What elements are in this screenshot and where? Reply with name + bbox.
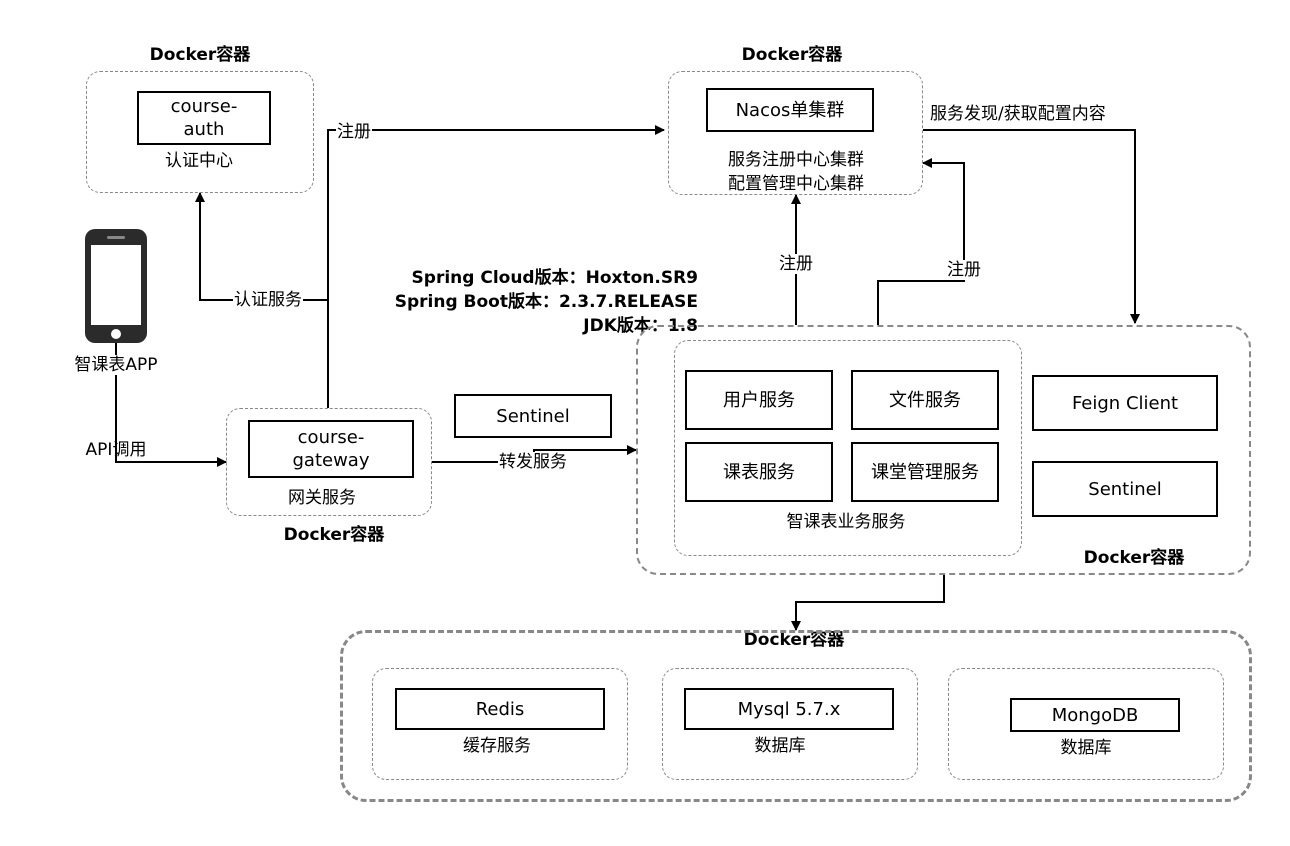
business-group-caption: 智课表业务服务	[786, 512, 906, 532]
discovery-config-line	[923, 129, 1140, 324]
forward-service-label: 转发服务	[498, 452, 568, 472]
mysql-box: Mysql 5.7.x	[684, 688, 894, 730]
register-business-label-1: 注册	[778, 254, 814, 274]
register-gateway-label: 注册	[336, 122, 372, 142]
register-business-label-2: 注册	[946, 260, 982, 280]
auth-caption: 认证中心	[165, 151, 233, 171]
auth-service-line	[195, 192, 328, 301]
auth-service-label: 认证服务	[233, 290, 303, 310]
course-auth-box: course- auth	[137, 91, 271, 145]
api-call-label: API调用	[85, 440, 147, 460]
nacos-cluster-box: Nacos单集群	[706, 88, 874, 132]
timetable-service-box: 课表服务	[685, 442, 833, 502]
discovery-config-label: 服务发现/获取配置内容	[930, 104, 1106, 124]
mysql-caption: 数据库	[754, 736, 806, 756]
feign-client-box: Feign Client	[1032, 375, 1218, 431]
gateway-sentinel-box: Sentinel	[454, 394, 612, 438]
mongodb-box: MongoDB	[1010, 698, 1180, 732]
auth-container-title: Docker容器	[149, 45, 251, 65]
business-sentinel-box: Sentinel	[1032, 461, 1218, 517]
gateway-container-title: Docker容器	[283, 525, 385, 545]
mongodb-caption: 数据库	[1060, 738, 1112, 758]
redis-box: Redis	[395, 688, 605, 730]
smartphone-icon	[85, 229, 147, 343]
user-service-box: 用户服务	[685, 370, 833, 430]
redis-caption: 缓存服务	[463, 736, 531, 756]
file-service-box: 文件服务	[851, 370, 999, 430]
classroom-service-box: 课堂管理服务	[851, 442, 999, 502]
course-gateway-box: course- gateway	[248, 420, 414, 478]
spring-cloud-version: Spring Cloud版本：Hoxton.SR9	[411, 268, 698, 288]
gateway-caption: 网关服务	[288, 488, 356, 508]
phone-label: 智课表APP	[73, 355, 159, 375]
business-storage-line	[791, 575, 945, 631]
spring-boot-version: Spring Boot版本：2.3.7.RELEASE	[394, 292, 698, 312]
nacos-container-title: Docker容器	[741, 45, 843, 65]
business-container-title: Docker容器	[1083, 548, 1185, 568]
nacos-caption-1: 服务注册中心集群	[728, 150, 864, 170]
nacos-caption-2: 配置管理中心集群	[728, 174, 864, 194]
